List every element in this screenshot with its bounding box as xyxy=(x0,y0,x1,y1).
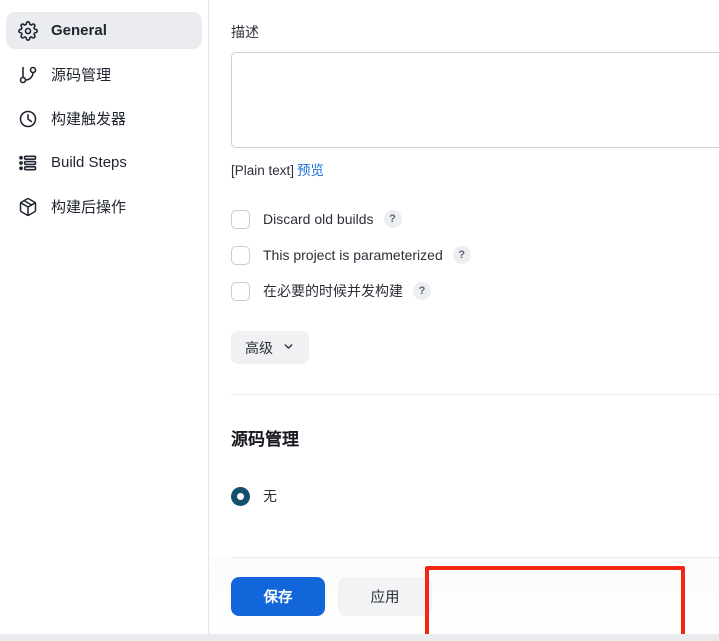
config-main-panel: 描述 [Plain text] 预览 Discard old builds ? T… xyxy=(209,0,719,641)
sidebar-item-label: Build Steps xyxy=(51,154,127,171)
git-branch-icon xyxy=(18,65,38,85)
jenkins-config-page: General 源码管理 构建触发器 Build Steps 构建后操作 描述 … xyxy=(0,0,719,641)
scm-option-none[interactable]: 无 xyxy=(231,486,719,506)
chevron-down-icon xyxy=(282,340,295,356)
help-icon[interactable]: ? xyxy=(452,246,471,264)
help-icon[interactable]: ? xyxy=(383,210,402,228)
plain-text-label: [Plain text] xyxy=(231,163,295,178)
sidebar-item-post-build[interactable]: 构建后操作 xyxy=(6,188,202,225)
concurrent-builds-checkbox[interactable] xyxy=(231,281,250,301)
sidebar-item-label: 构建触发器 xyxy=(51,111,127,128)
help-icon[interactable]: ? xyxy=(413,282,431,300)
scm-option-label: 无 xyxy=(263,488,277,504)
page-bottom-strip xyxy=(0,634,719,641)
preview-link[interactable]: 预览 xyxy=(297,163,324,178)
scm-section-title: 源码管理 xyxy=(231,430,299,449)
sidebar-item-general[interactable]: General xyxy=(6,12,202,49)
sidebar-item-label: 构建后操作 xyxy=(51,199,127,216)
checkbox-label: Discard old builds xyxy=(263,211,374,227)
gear-icon xyxy=(18,20,38,41)
advanced-button-label: 高级 xyxy=(245,339,273,356)
checkbox-row-concurrent-builds: 在必要的时候并发构建 ? xyxy=(231,279,719,303)
package-icon xyxy=(18,197,38,217)
sidebar-item-label: General xyxy=(51,22,107,39)
description-format-row: [Plain text] 预览 xyxy=(231,159,719,179)
advanced-button[interactable]: 高级 xyxy=(231,331,309,364)
checkbox-row-discard-old-builds: Discard old builds ? xyxy=(231,207,719,231)
save-button[interactable]: 保存 xyxy=(231,576,325,616)
sidebar-item-scm[interactable]: 源码管理 xyxy=(6,56,202,93)
project-parameterized-checkbox[interactable] xyxy=(231,245,250,265)
radio-dot xyxy=(237,492,244,500)
sidebar-item-build-steps[interactable]: Build Steps xyxy=(6,144,202,181)
sidebar-item-label: 源码管理 xyxy=(51,67,112,84)
options-checkbox-list: Discard old builds ? This project is par… xyxy=(231,207,719,303)
description-input[interactable] xyxy=(231,52,719,148)
clock-icon xyxy=(18,109,38,129)
config-form: 描述 [Plain text] 预览 Discard old builds ? T… xyxy=(209,0,719,598)
apply-button[interactable]: 应用 xyxy=(338,576,432,616)
form-action-bar: 保存 应用 xyxy=(209,558,719,634)
sidebar-item-build-triggers[interactable]: 构建触发器 xyxy=(6,100,202,137)
checkbox-label: This project is parameterized xyxy=(263,247,443,263)
config-sidebar: General 源码管理 构建触发器 Build Steps 构建后操作 xyxy=(0,0,209,641)
section-divider xyxy=(231,394,719,395)
checkbox-row-project-parameterized: This project is parameterized ? xyxy=(231,243,719,267)
description-label: 描述 xyxy=(231,24,259,40)
checkbox-label: 在必要的时候并发构建 xyxy=(263,283,403,299)
scm-none-radio[interactable] xyxy=(231,486,250,506)
discard-old-builds-checkbox[interactable] xyxy=(231,209,250,229)
list-icon xyxy=(18,153,38,173)
